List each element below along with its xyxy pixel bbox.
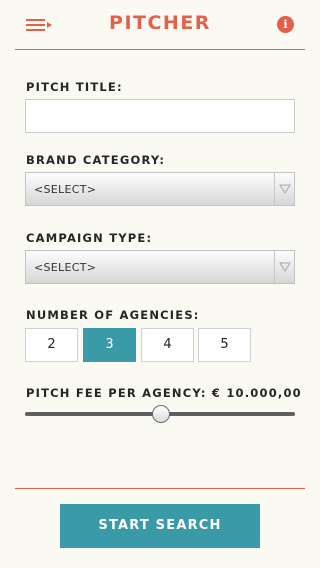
brand-category-label: BRAND CATEGORY: bbox=[26, 153, 166, 167]
brand-category-select[interactable]: <SELECT> bbox=[25, 172, 295, 206]
app-header: PITCHER i bbox=[0, 0, 320, 50]
pitch-title-label: PITCH TITLE: bbox=[26, 80, 123, 94]
campaign-type-select[interactable]: <SELECT> bbox=[25, 250, 295, 284]
pitch-fee-label: PITCH FEE PER AGENCY: € 10.000,00 bbox=[26, 386, 302, 400]
agency-option-2[interactable]: 2 bbox=[25, 328, 78, 362]
info-icon[interactable]: i bbox=[277, 16, 294, 33]
slider-thumb[interactable] bbox=[152, 405, 170, 423]
brand-category-value: <SELECT> bbox=[34, 183, 97, 196]
agencies-label: NUMBER OF AGENCIES: bbox=[26, 308, 200, 322]
app-screen: PITCHER i PITCH TITLE: BRAND CATEGORY: <… bbox=[0, 0, 320, 568]
app-title: PITCHER bbox=[109, 12, 211, 34]
chevron-down-icon bbox=[274, 251, 294, 283]
pitch-fee-slider[interactable] bbox=[25, 404, 295, 424]
campaign-type-value: <SELECT> bbox=[34, 261, 97, 274]
pitch-title-input[interactable] bbox=[25, 99, 295, 133]
agency-option-4[interactable]: 4 bbox=[141, 328, 194, 362]
footer-divider bbox=[15, 488, 305, 489]
agency-option-3[interactable]: 3 bbox=[83, 328, 136, 362]
chevron-down-icon bbox=[274, 173, 294, 205]
header-divider bbox=[15, 49, 305, 50]
start-search-button[interactable]: START SEARCH bbox=[60, 504, 260, 548]
campaign-type-label: CAMPAIGN TYPE: bbox=[26, 231, 153, 245]
agency-option-5[interactable]: 5 bbox=[198, 328, 251, 362]
